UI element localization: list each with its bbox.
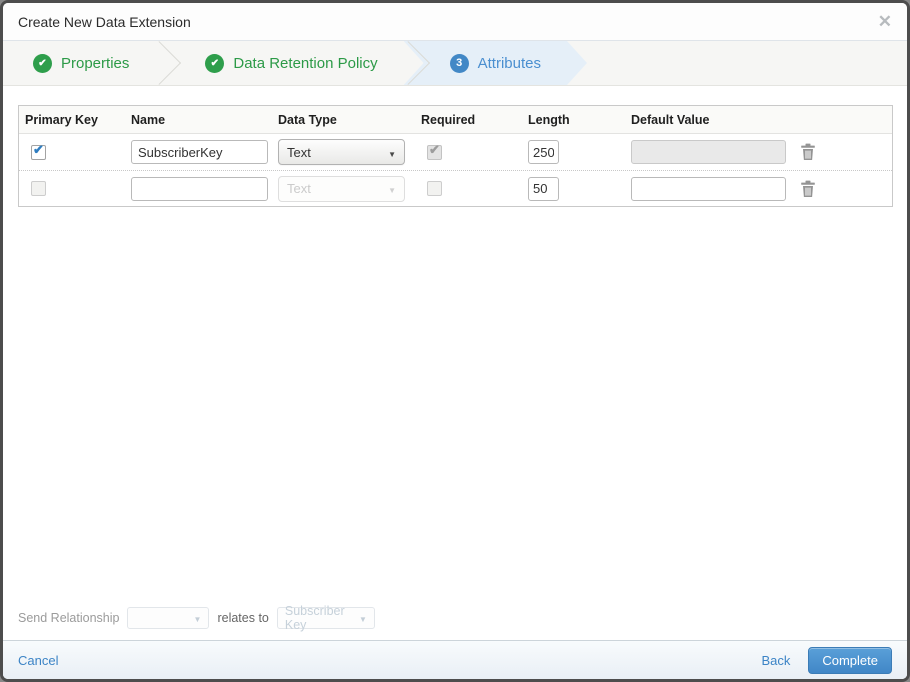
length-input[interactable] [528, 176, 559, 201]
check-icon: ✔ [429, 141, 440, 157]
table-row: Text [19, 170, 892, 206]
send-relationship-row: Send Relationship relates to Subscriber … [18, 604, 375, 632]
cancel-link[interactable]: Cancel [18, 653, 58, 668]
step-properties[interactable]: ✔ Properties [3, 41, 143, 85]
chevron-down-icon [194, 611, 202, 625]
step-complete-check-icon: ✔ [205, 53, 225, 73]
relates-to-label: relates to [217, 611, 269, 625]
modal-titlebar: Create New Data Extension ✕ [3, 3, 907, 41]
data-type-selected-value: Text [287, 181, 311, 196]
attributes-table-header: Primary Key Name Data Type Required Leng… [19, 106, 892, 134]
step-number-badge: 3 [450, 54, 469, 73]
data-type-selected-value: Text [287, 144, 311, 160]
step-complete-check-icon: ✔ [33, 53, 52, 73]
column-header-primary-key: Primary Key [25, 112, 98, 127]
create-data-extension-modal: Create New Data Extension ✕ ✔ Properties… [0, 0, 910, 682]
table-row: ✔ Text ✔ [19, 134, 892, 170]
step-label: Properties [61, 54, 130, 72]
primary-key-checkbox[interactable] [31, 181, 46, 196]
step-separator-chevron-icon [392, 41, 438, 85]
step-data-retention-policy[interactable]: ✔ Data Retention Policy [189, 41, 391, 85]
primary-key-checkbox[interactable]: ✔ [31, 141, 46, 160]
modal-title: Create New Data Extension [18, 13, 191, 30]
complete-button[interactable]: Complete [808, 646, 892, 674]
step-separator-chevron-icon [143, 41, 189, 85]
name-input[interactable] [131, 176, 268, 201]
attributes-table: Primary Key Name Data Type Required Leng… [18, 105, 893, 207]
delete-row-button[interactable] [800, 143, 816, 161]
column-header-data-type: Data Type [278, 112, 337, 127]
column-header-required: Required [421, 112, 476, 127]
data-type-select-disabled: Text [278, 175, 405, 202]
column-header-length: Length [528, 112, 570, 127]
modal-footer: Cancel Back Complete [3, 640, 907, 679]
data-type-select[interactable]: Text [278, 139, 405, 165]
column-header-name: Name [131, 112, 166, 127]
default-value-input-disabled [631, 140, 786, 164]
chevron-down-icon [388, 181, 396, 196]
wizard-step-bar: ✔ Properties ✔ Data Retention Policy 3 A… [3, 41, 907, 86]
chevron-down-icon [359, 611, 367, 625]
name-input[interactable] [131, 140, 268, 164]
subscriber-key-value: Subscriber Key [284, 604, 345, 632]
delete-row-button[interactable] [800, 180, 816, 198]
column-header-default-value: Default Value [631, 112, 710, 127]
step-label: Data Retention Policy [233, 54, 378, 72]
default-value-input[interactable] [631, 176, 786, 201]
trash-icon [801, 180, 815, 197]
back-link[interactable]: Back [761, 653, 790, 668]
trash-icon [801, 143, 815, 160]
step-label: Attributes [477, 54, 541, 72]
subscriber-key-select-disabled: Subscriber Key [276, 604, 375, 632]
length-input[interactable] [528, 140, 559, 164]
required-checkbox-disabled: ✔ [427, 141, 442, 160]
required-checkbox[interactable] [427, 181, 442, 196]
chevron-down-icon [388, 145, 396, 160]
send-relationship-select-disabled [127, 607, 210, 629]
send-relationship-label: Send Relationship [18, 611, 120, 625]
check-icon: ✔ [33, 141, 44, 157]
modal-content: Primary Key Name Data Type Required Leng… [3, 86, 907, 679]
close-icon[interactable]: ✕ [878, 13, 892, 30]
